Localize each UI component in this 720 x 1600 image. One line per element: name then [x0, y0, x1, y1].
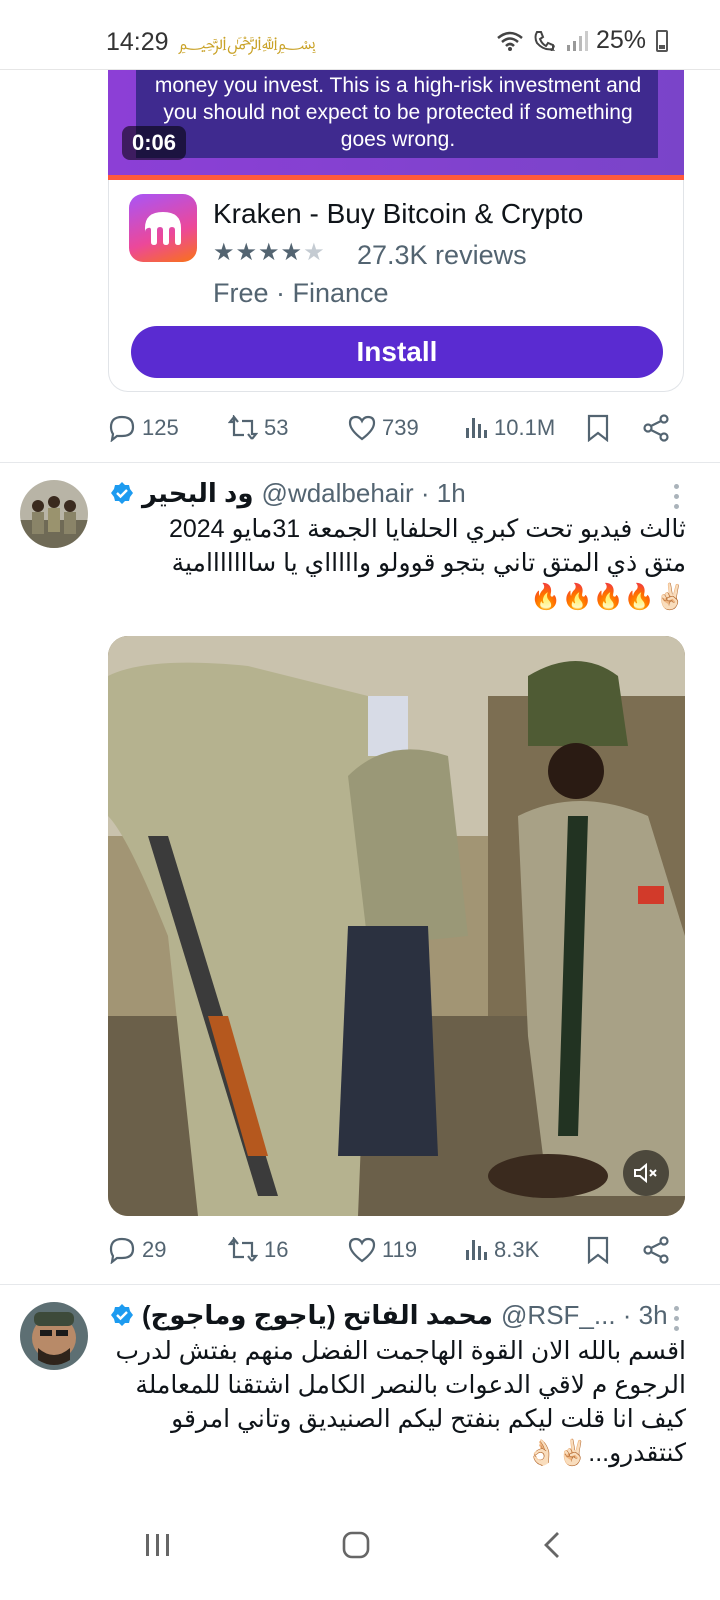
review-count: 27.3K reviews — [357, 240, 527, 270]
tweet-line: اقسم بالله الان القوة الهاجمت الفضل منهم… — [115, 1337, 686, 1365]
tweet-emoji: ✌🏻🔥🔥🔥🔥 — [530, 583, 686, 611]
divider — [0, 1284, 720, 1285]
home-icon — [342, 1531, 370, 1559]
reply-icon — [109, 1237, 135, 1264]
share-button[interactable] — [642, 1236, 670, 1264]
ad-video[interactable]: money you invest. This is a high-risk in… — [108, 70, 684, 180]
system-nav-bar — [0, 1490, 720, 1600]
signal-icon — [566, 30, 588, 51]
views-button[interactable]: 10.1M — [464, 415, 555, 441]
divider — [0, 462, 720, 463]
more-options-icon[interactable] — [674, 1306, 680, 1331]
recent-apps-icon — [146, 1534, 169, 1556]
status-bar: 14:29 ﷽ 2 25% — [0, 0, 720, 70]
tweet-text: ثالث فيديو تحت كبري الحلفايا الجمعة 31ما… — [110, 512, 686, 614]
author-handle[interactable]: @wdalbehair · 1h — [262, 478, 466, 509]
like-count: 739 — [382, 415, 419, 440]
battery-icon — [656, 29, 668, 52]
mute-button[interactable] — [623, 1150, 669, 1196]
share-icon — [643, 414, 669, 442]
verified-badge-icon — [111, 1304, 133, 1326]
repost-button[interactable]: 16 — [228, 1237, 288, 1263]
reply-button[interactable]: 29 — [108, 1236, 166, 1264]
like-button[interactable]: 739 — [348, 415, 419, 441]
verified-badge-icon — [111, 482, 133, 504]
author-name[interactable]: ود البحير — [142, 478, 254, 509]
repost-button[interactable]: 53 — [228, 415, 288, 441]
app-meta: Free · Finance — [213, 278, 389, 308]
back-button[interactable] — [512, 1510, 592, 1580]
repost-icon — [228, 415, 258, 440]
install-button[interactable]: Install — [131, 326, 663, 378]
like-count: 119 — [382, 1237, 418, 1262]
status-time: 14:29 — [106, 28, 169, 56]
author-handle[interactable]: @RSF_... · 3h — [501, 1300, 668, 1331]
muted-speaker-icon — [634, 1162, 657, 1184]
bookmark-icon — [587, 414, 609, 442]
like-button[interactable]: 119 — [348, 1237, 417, 1263]
kraken-logo-icon — [129, 194, 197, 262]
tweet-video[interactable] — [108, 636, 685, 1216]
battery-percent: 25% — [595, 26, 646, 54]
ad-app-card[interactable]: Kraken - Buy Bitcoin & Crypto ★★★★★ 27.3… — [108, 180, 684, 392]
tweet-line: الرجوع م لاقي الدعوات بالنصر الكامل اشتق… — [135, 1371, 686, 1399]
share-icon — [643, 1236, 669, 1264]
views-icon — [466, 1240, 487, 1260]
tweet-line: كيف انا قلت ليكم بنفتح ليكم الصنيديق وتا… — [171, 1405, 686, 1433]
svg-text:2: 2 — [550, 44, 556, 53]
more-options-icon[interactable] — [674, 484, 680, 509]
avatar[interactable] — [20, 1302, 88, 1370]
heart-icon — [348, 415, 376, 441]
ad-actions: 125 53 739 10.1M — [108, 408, 688, 448]
tweet-header: ود البحير @wdalbehair · 1h — [110, 476, 466, 510]
video-timer: 0:06 — [122, 126, 187, 160]
recent-apps-button[interactable] — [118, 1510, 198, 1580]
tweet-line: ثالث فيديو تحت كبري الحلفايا الجمعة 31ما… — [168, 515, 686, 543]
video-frame — [108, 636, 685, 1216]
views-button[interactable]: 8.3K — [464, 1237, 539, 1263]
views-icon — [466, 418, 487, 438]
heart-icon — [348, 1237, 376, 1263]
ad-disclaimer: money you invest. This is a high-risk in… — [154, 74, 642, 151]
bookmark-icon — [587, 1236, 609, 1264]
reply-icon — [109, 415, 135, 442]
reply-count: 29 — [142, 1237, 167, 1262]
view-count: 8.3K — [494, 1237, 540, 1262]
app-name: Kraken - Buy Bitcoin & Crypto — [213, 198, 584, 229]
status-icons: 2 25% — [496, 26, 668, 55]
tweet-actions: 29 16 119 8.3K — [108, 1230, 688, 1270]
repost-count: 53 — [264, 415, 289, 440]
repost-icon — [228, 1237, 258, 1262]
rating-stars: ★★★★★ — [213, 239, 326, 266]
view-count: 10.1M — [494, 415, 556, 440]
back-icon — [544, 1532, 559, 1558]
tweet-text: اقسم بالله الان القوة الهاجمت الفضل منهم… — [110, 1334, 686, 1470]
avatar[interactable] — [20, 480, 88, 548]
prayer-icon: ﷽ — [178, 33, 317, 53]
reply-count: 125 — [142, 415, 179, 440]
tweet-header: محمد الفاتح (ياجوج وماجوج) @RSF_... · 3h — [110, 1298, 668, 1332]
wifi-icon — [497, 31, 523, 51]
home-button[interactable] — [316, 1510, 396, 1580]
reply-button[interactable]: 125 — [108, 414, 179, 442]
bookmark-button[interactable] — [586, 414, 610, 442]
call-icon: 2 — [534, 30, 556, 53]
bookmark-button[interactable] — [586, 1236, 610, 1264]
tweet-line: متق ذي المتق تاني بتجو قوولو واااااي يا … — [171, 549, 686, 577]
repost-count: 16 — [264, 1237, 289, 1262]
tweet-line: كنتقدرو...✌🏻👌🏻 — [526, 1439, 686, 1467]
author-name[interactable]: محمد الفاتح (ياجوج وماجوج) — [142, 1300, 493, 1331]
share-button[interactable] — [642, 414, 670, 442]
